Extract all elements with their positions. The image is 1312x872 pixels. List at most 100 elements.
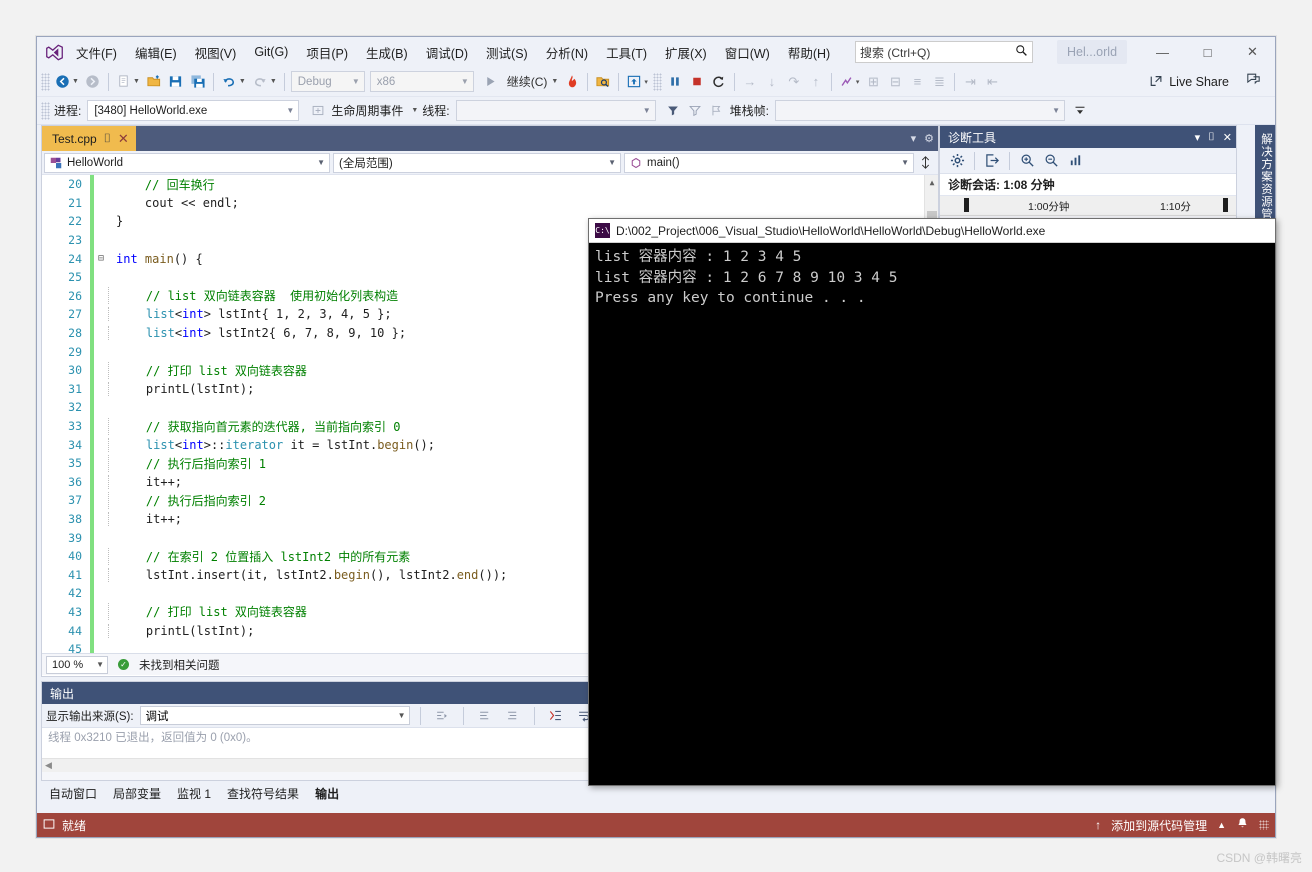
code-text[interactable]: printL(lstInt); [108, 381, 254, 396]
chart-icon[interactable] [1064, 151, 1086, 171]
stackframe-dropdown[interactable]: ▼ [774, 100, 1065, 121]
code-text[interactable]: list<int>::iterator it = lstInt.begin(); [108, 437, 435, 452]
breakpoints-window-button[interactable]: ▾ [623, 70, 651, 94]
toolbar-overflow-button[interactable] [1069, 99, 1091, 123]
chevron-down-icon[interactable]: ▾ [1195, 131, 1201, 144]
source-control-label[interactable]: 添加到源代码管理 [1111, 817, 1207, 834]
resize-grip[interactable] [1259, 820, 1269, 830]
process-dropdown[interactable]: [3480] HelloWorld.exe ▼ [87, 100, 300, 121]
previous-message-icon[interactable] [474, 706, 496, 726]
tab-output[interactable]: 输出 [307, 782, 348, 805]
code-text[interactable]: printL(lstInt); [108, 623, 254, 638]
bell-icon[interactable] [1236, 817, 1249, 833]
next-message-icon[interactable] [502, 706, 524, 726]
menu-item-view[interactable]: 视图(V) [186, 39, 246, 66]
break-all-button[interactable] [664, 70, 686, 94]
start-debug-play-icon[interactable] [480, 70, 502, 94]
new-item-button[interactable]: ▼ [113, 70, 143, 94]
scroll-left-icon[interactable]: ◀ [42, 760, 52, 771]
code-text[interactable]: list<int> lstInt{ 1, 2, 3, 4, 5 }; [108, 307, 392, 322]
editor-tab-test-cpp[interactable]: Test.cpp ⌷ ✕ [42, 126, 136, 151]
menu-item-debug[interactable]: 调试(D) [417, 39, 477, 66]
code-text[interactable]: it++; [108, 511, 182, 526]
code-text[interactable]: // list 双向链表容器 使用初始化列表构造 [108, 287, 398, 305]
menu-item-help[interactable]: 帮助(H) [779, 39, 839, 66]
menu-item-test[interactable]: 测试(S) [477, 39, 537, 66]
live-share-button[interactable]: Live Share [1149, 70, 1229, 94]
chevron-down-icon[interactable]: ▼ [411, 107, 418, 114]
navigate-forward-button[interactable] [82, 70, 104, 94]
maximize-button[interactable]: □ [1185, 37, 1230, 67]
pin-icon[interactable]: ⌷ [104, 131, 111, 146]
code-text[interactable]: // 回车换行 [108, 176, 215, 193]
project-name-chip[interactable]: Hel...orld [1057, 40, 1128, 64]
menu-item-project[interactable]: 项目(P) [297, 39, 357, 66]
code-line[interactable]: 21 cout << endl; [42, 193, 924, 213]
settings-icon[interactable] [946, 151, 968, 171]
navigate-backward-button[interactable]: ▼ [52, 70, 82, 94]
go-to-message-icon[interactable] [431, 706, 453, 726]
split-view-icon[interactable] [917, 156, 933, 169]
diagnostic-timeline[interactable]: 1:00分钟 1:10分 [940, 196, 1236, 216]
increase-indent-button[interactable]: ⇥ [959, 70, 981, 94]
restart-debugging-button[interactable] [708, 70, 730, 94]
step-over-button[interactable]: ↷ [783, 70, 805, 94]
menu-item-extensions[interactable]: 扩展(X) [656, 39, 716, 66]
console-title-bar[interactable]: C:\ D:\002_Project\006_Visual_Studio\Hel… [589, 219, 1275, 243]
flag-threads-icon[interactable] [706, 99, 728, 123]
tab-locals[interactable]: 局部变量 [105, 782, 169, 805]
stop-debugging-button[interactable] [686, 70, 708, 94]
toolbar-grip[interactable] [652, 72, 662, 91]
menu-item-build[interactable]: 生成(B) [357, 39, 417, 66]
menu-item-git[interactable]: Git(G) [245, 41, 297, 63]
code-text[interactable]: // 在索引 2 位置插入 lstInt2 中的所有元素 [108, 547, 410, 565]
code-text[interactable]: list<int> lstInt2{ 6, 7, 8, 9, 10 }; [108, 326, 406, 341]
chevron-up-icon[interactable]: ▲ [1217, 820, 1226, 830]
hot-reload-button[interactable] [561, 70, 583, 94]
code-text[interactable]: // 执行后指向索引 2 [108, 491, 266, 509]
code-text[interactable]: lstInt.insert(it, lstInt2.begin(), lstIn… [108, 567, 507, 582]
nav-project-dropdown[interactable]: HelloWorld ▼ [44, 152, 330, 173]
fold-toggle-icon[interactable]: ⊟ [94, 253, 108, 264]
show-next-statement-button[interactable]: → [739, 70, 761, 94]
export-icon[interactable] [981, 151, 1003, 171]
menu-item-analyze[interactable]: 分析(N) [537, 39, 597, 66]
thread-dropdown[interactable]: ▼ [455, 100, 656, 121]
redo-button[interactable]: ▼ [249, 70, 280, 94]
toolbar-grip[interactable] [41, 101, 50, 120]
menu-item-edit[interactable]: 编辑(E) [126, 39, 186, 66]
search-input[interactable]: 搜索 (Ctrl+Q) [860, 44, 1015, 61]
build-configuration-dropdown[interactable]: Debug ▼ [290, 71, 365, 92]
gear-icon[interactable]: ⚙ [924, 132, 934, 145]
find-in-files-button[interactable] [592, 70, 614, 94]
view-in-hierarchy-button[interactable]: ⊞ [862, 70, 884, 94]
save-button[interactable] [165, 70, 187, 94]
search-box[interactable]: 搜索 (Ctrl+Q) [855, 41, 1033, 63]
zoom-out-icon[interactable] [1040, 151, 1062, 171]
lifecycle-events-icon[interactable] [307, 99, 329, 123]
output-source-dropdown[interactable]: 调试 ▼ [139, 706, 410, 725]
comment-lines-button[interactable]: ≡ [906, 70, 928, 94]
undo-button[interactable]: ▼ [218, 70, 249, 94]
decrease-indent-button[interactable]: ⇤ [981, 70, 1003, 94]
platform-dropdown[interactable]: x86 ▼ [369, 71, 474, 92]
menu-item-file[interactable]: 文件(F) [67, 39, 126, 66]
continue-button[interactable]: 继续(C) ▼ [502, 70, 562, 94]
pin-icon[interactable]: ⌷ [1208, 131, 1215, 144]
code-text[interactable]: // 打印 list 双向链表容器 [108, 603, 307, 621]
code-text[interactable]: } [108, 214, 123, 228]
code-text[interactable]: it++; [108, 474, 182, 489]
diagnostic-tools-toggle[interactable]: ▾ [836, 70, 863, 94]
code-text[interactable]: // 打印 list 双向链表容器 [108, 361, 307, 379]
code-text[interactable]: int main() { [108, 252, 203, 266]
close-icon[interactable]: ✕ [1223, 131, 1232, 144]
close-button[interactable]: ✕ [1230, 37, 1275, 67]
scroll-up-icon[interactable]: ▲ [925, 175, 938, 189]
editor-zoom-dropdown[interactable]: 100 % ▼ [46, 655, 108, 674]
feedback-icon[interactable] [1246, 72, 1261, 89]
nav-function-dropdown[interactable]: main() ▼ [624, 152, 914, 173]
open-file-button[interactable] [143, 70, 165, 94]
code-text[interactable]: cout << endl; [108, 196, 239, 210]
chevron-down-icon[interactable]: ▾ [911, 132, 917, 145]
filter-remove-icon[interactable] [684, 99, 706, 123]
